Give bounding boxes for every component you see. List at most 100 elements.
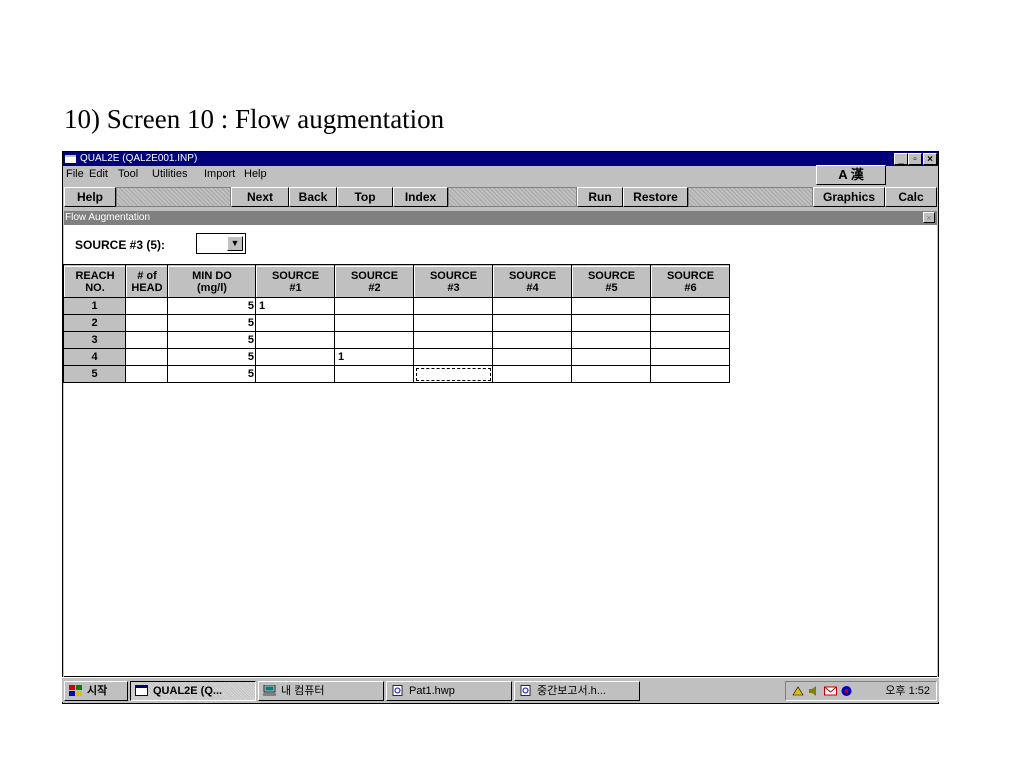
- head-cell[interactable]: [125, 297, 168, 315]
- source-6-cell[interactable]: [650, 348, 730, 366]
- help-button[interactable]: Help: [64, 187, 116, 207]
- document-icon: [520, 685, 531, 696]
- reach-number: 2: [63, 314, 126, 332]
- reach-number: 3: [63, 331, 126, 349]
- source-4-cell[interactable]: [492, 365, 572, 383]
- source-2-cell[interactable]: [334, 331, 414, 349]
- source-2-cell[interactable]: [334, 297, 414, 315]
- source-3-cell-focused[interactable]: [413, 365, 493, 383]
- subwindow-close-button[interactable]: ×: [923, 212, 935, 223]
- source-5-cell[interactable]: [571, 331, 651, 349]
- taskbar-item-pat1-hwp[interactable]: Pat1.hwp: [386, 681, 512, 701]
- graphics-button[interactable]: Graphics: [813, 187, 885, 207]
- title-bar[interactable]: QUAL2E (QAL2E001.INP) _ ▫ ×: [63, 152, 938, 166]
- toolbar: Help Next Back Top Index Run Restore Gra…: [63, 184, 938, 210]
- system-tray: 오후 1:52: [785, 681, 937, 701]
- source-6-cell[interactable]: [650, 297, 730, 315]
- taskbar-clock: 오후 1:52: [885, 685, 930, 697]
- source-select[interactable]: ▼: [196, 233, 246, 254]
- run-button[interactable]: Run: [577, 187, 623, 207]
- header-source-4: SOURCE #4: [492, 264, 572, 298]
- head-cell[interactable]: [125, 331, 168, 349]
- min-do-cell[interactable]: 5: [167, 297, 256, 315]
- source-5-cell[interactable]: [571, 348, 651, 366]
- source-3-cell[interactable]: [413, 348, 493, 366]
- source-2-cell[interactable]: 1: [334, 348, 414, 366]
- source-5-cell[interactable]: [571, 297, 651, 315]
- dropdown-arrow-icon[interactable]: ▼: [227, 236, 243, 251]
- taskbar-item-report[interactable]: 중간보고서.h...: [514, 681, 640, 701]
- menu-utilities[interactable]: Utilities: [152, 166, 187, 182]
- table-row: 2 5: [63, 314, 730, 332]
- ime-tray-icon[interactable]: [792, 685, 805, 697]
- head-cell[interactable]: [125, 314, 168, 332]
- source-4-cell[interactable]: [492, 348, 572, 366]
- min-do-cell[interactable]: 5: [167, 314, 256, 332]
- source-6-cell[interactable]: [650, 331, 730, 349]
- calc-button[interactable]: Calc: [885, 187, 937, 207]
- taskbar-item-label: 내 컴퓨터: [281, 685, 325, 697]
- index-button[interactable]: Index: [393, 187, 448, 207]
- volume-icon[interactable]: [808, 685, 821, 697]
- menu-edit[interactable]: Edit: [89, 166, 108, 182]
- document-icon: [392, 685, 403, 696]
- table-row: 3 5: [63, 331, 730, 349]
- menu-tool[interactable]: Tool: [118, 166, 138, 182]
- header-source-6: SOURCE #6: [650, 264, 730, 298]
- source-1-cell[interactable]: [255, 348, 335, 366]
- window-title: QUAL2E (QAL2E001.INP): [80, 153, 198, 164]
- reach-number: 1: [63, 297, 126, 315]
- source-4-cell[interactable]: [492, 331, 572, 349]
- taskbar-item-label: QUAL2E (Q...: [153, 685, 223, 697]
- source-3-cell[interactable]: [413, 314, 493, 332]
- restore-button[interactable]: ▫: [908, 153, 922, 165]
- windows-logo-icon: [69, 685, 82, 696]
- start-label: 시작: [87, 685, 108, 697]
- source-2-cell[interactable]: [334, 365, 414, 383]
- min-do-cell[interactable]: 5: [167, 348, 256, 366]
- menu-help[interactable]: Help: [244, 166, 267, 182]
- close-button[interactable]: ×: [923, 153, 937, 165]
- source-3-cell[interactable]: [413, 297, 493, 315]
- source-1-cell[interactable]: [255, 331, 335, 349]
- min-do-cell[interactable]: 5: [167, 365, 256, 383]
- next-button[interactable]: Next: [231, 187, 289, 207]
- source-5-cell[interactable]: [571, 314, 651, 332]
- taskbar-item-label: Pat1.hwp: [409, 685, 455, 697]
- source-6-cell[interactable]: [650, 314, 730, 332]
- network-icon[interactable]: [840, 685, 853, 697]
- start-button[interactable]: 시작: [64, 681, 128, 701]
- mail-icon[interactable]: [824, 685, 837, 697]
- source-4-cell[interactable]: [492, 314, 572, 332]
- source-6-cell[interactable]: [650, 365, 730, 383]
- taskbar-item-my-computer[interactable]: 내 컴퓨터: [258, 681, 384, 701]
- menu-import[interactable]: Import: [204, 166, 235, 182]
- source-1-cell[interactable]: [255, 365, 335, 383]
- header-source-3: SOURCE #3: [413, 264, 493, 298]
- taskbar-item-qual2e[interactable]: QUAL2E (Q...: [130, 681, 256, 701]
- header-reach-no: REACH NO.: [63, 264, 126, 298]
- source-1-cell[interactable]: [255, 314, 335, 332]
- source-4-cell[interactable]: [492, 297, 572, 315]
- top-button[interactable]: Top: [337, 187, 393, 207]
- back-button[interactable]: Back: [289, 187, 337, 207]
- source-2-cell[interactable]: [334, 314, 414, 332]
- source-1-cell[interactable]: 1: [255, 297, 335, 315]
- system-menu-icon[interactable]: [65, 155, 76, 163]
- source-5-cell[interactable]: [571, 365, 651, 383]
- minimize-button[interactable]: _: [894, 153, 908, 165]
- header-source-1: SOURCE #1: [255, 264, 335, 298]
- toolbar-spacer: [448, 187, 577, 207]
- header-source-2: SOURCE #2: [334, 264, 414, 298]
- head-cell[interactable]: [125, 365, 168, 383]
- min-do-cell[interactable]: 5: [167, 331, 256, 349]
- menu-file[interactable]: File: [66, 166, 84, 182]
- source-3-cell[interactable]: [413, 331, 493, 349]
- source-label: SOURCE #3 (5):: [75, 238, 166, 252]
- ime-indicator[interactable]: A 漢: [816, 165, 886, 185]
- qual2e-window: QUAL2E (QAL2E001.INP) _ ▫ × File Edit To…: [62, 151, 939, 704]
- restore-data-button[interactable]: Restore: [623, 187, 688, 207]
- flow-augmentation-table: REACH NO. # of HEAD MIN DO (mg/l) SOURCE #1 …: [63, 264, 730, 383]
- taskbar-item-label: 중간보고서.h...: [537, 685, 606, 697]
- head-cell[interactable]: [125, 348, 168, 366]
